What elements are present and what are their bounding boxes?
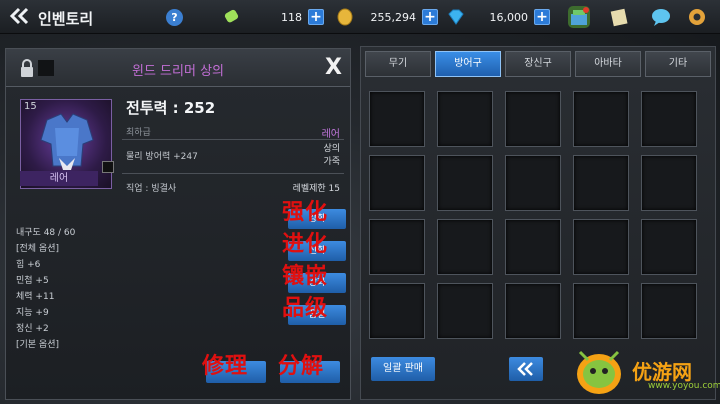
- annotation-evolve: 进化: [282, 232, 329, 257]
- annotation-disassemble: 分解: [278, 354, 325, 379]
- inventory-slot[interactable]: [641, 155, 697, 211]
- gear-icon: [689, 9, 705, 25]
- gem-icon: [448, 9, 464, 25]
- item-level: 15: [24, 101, 37, 112]
- gold-value: 255,294: [370, 10, 417, 24]
- durability: 내구도 48 / 60: [16, 228, 76, 238]
- inventory-slot[interactable]: [641, 283, 697, 339]
- sell-all-button[interactable]: 일괄 판매: [371, 357, 435, 381]
- job-requirement: 직업 : 빙결사: [126, 184, 177, 194]
- base-options-header: [기본 옵션]: [16, 340, 60, 350]
- inventory-slot[interactable]: [437, 283, 493, 339]
- gem-value: 16,000: [489, 10, 529, 24]
- all-options-header: [전체 옵션]: [16, 244, 60, 254]
- gold-resource: [336, 7, 354, 27]
- tab-etc[interactable]: 기타: [645, 51, 711, 77]
- energy-value-group: 118 +: [262, 7, 324, 27]
- top-bar: 인벤토리 ? 118 + 255,294 + 16,000 +: [0, 0, 720, 34]
- inventory-slot[interactable]: [641, 219, 697, 275]
- item-material: 가죽: [323, 157, 340, 167]
- inventory-slot[interactable]: [573, 91, 629, 147]
- inventory-slot[interactable]: [573, 283, 629, 339]
- gold-plus-button[interactable]: +: [422, 9, 438, 25]
- item-rarity: 레어: [321, 129, 340, 140]
- tab-armor[interactable]: 방어구: [435, 51, 501, 77]
- inventory-slot[interactable]: [437, 91, 493, 147]
- annotation-socket: 镶嵌: [282, 264, 329, 289]
- back-button[interactable]: [8, 6, 34, 28]
- gold-value-group: 255,294 +: [356, 7, 438, 27]
- energy-plus-button[interactable]: +: [308, 9, 324, 25]
- inventory-slot[interactable]: [369, 283, 425, 339]
- item-details-list: 내구도 48 / 60 [전체 옵션] 힘 +6 민첩 +5 체력 +11 지능…: [16, 225, 75, 353]
- divider: [122, 139, 344, 140]
- page-title: 인벤토리: [38, 10, 94, 28]
- inventory-slot[interactable]: [505, 219, 561, 275]
- settings-button[interactable]: [686, 6, 708, 28]
- item-header: 윈드 드리머 상의 X: [6, 49, 350, 87]
- inventory-slot[interactable]: [437, 155, 493, 211]
- double-chevron-left-icon: [517, 362, 533, 376]
- annotation-enhance: 强化: [282, 200, 329, 225]
- tab-avatar[interactable]: 아바타: [575, 51, 641, 77]
- item-name: 윈드 드리머 상의: [132, 64, 224, 79]
- gold-coin-icon: [337, 8, 353, 26]
- item-type: 상의 가죽: [323, 143, 340, 169]
- annotation-repair: 修理: [202, 354, 249, 379]
- inventory-slot[interactable]: [573, 219, 629, 275]
- gem-plus-button[interactable]: +: [534, 9, 550, 25]
- inventory-slot[interactable]: [505, 91, 561, 147]
- stat-int: 지능 +9: [16, 308, 49, 318]
- item-rarity-bar: 레어: [20, 171, 98, 186]
- chat-icon[interactable]: [650, 6, 672, 28]
- inventory-slot[interactable]: [505, 155, 561, 211]
- double-chevron-left-icon: [9, 7, 29, 25]
- inventory-panel: 무기 방어구 장신구 아바타 기타 일괄 판매: [360, 46, 716, 400]
- gem-resource: [446, 7, 466, 27]
- energy-value: 118: [281, 10, 302, 24]
- map-scroll-icon: [610, 8, 628, 27]
- tab-accessory[interactable]: 장신구: [505, 51, 571, 77]
- inventory-slot[interactable]: [573, 155, 629, 211]
- scroll-icon[interactable]: [608, 6, 630, 28]
- inventory-slot[interactable]: [437, 219, 493, 275]
- stat-spi: 정신 +2: [16, 324, 49, 334]
- inventory-slot[interactable]: [369, 219, 425, 275]
- energy-icon: [224, 9, 239, 23]
- stat-str: 힘 +6: [16, 260, 41, 270]
- inventory-slot[interactable]: [369, 155, 425, 211]
- divider: [122, 173, 344, 174]
- inventory-slot[interactable]: [505, 283, 561, 339]
- combat-power: 전투력 : 252: [126, 99, 216, 117]
- level-requirement: 레벨제한 15: [292, 184, 340, 194]
- physical-defense: 물리 방어력 +247: [126, 152, 198, 162]
- page-prev-button[interactable]: [509, 357, 543, 381]
- item-grade: 최하급: [126, 128, 151, 138]
- item-select-checkbox[interactable]: [102, 161, 114, 173]
- item-slot-type: 상의: [323, 144, 340, 154]
- gift-box-icon[interactable]: [568, 6, 590, 28]
- inventory-slot[interactable]: [369, 91, 425, 147]
- tab-weapon[interactable]: 무기: [365, 51, 431, 77]
- energy-resource: [222, 7, 242, 27]
- annotation-grade: 品级: [282, 296, 329, 321]
- inventory-slot[interactable]: [641, 91, 697, 147]
- stat-vit: 체력 +11: [16, 292, 55, 302]
- watermark-url: www.yoyou.com: [648, 381, 720, 391]
- gift-icon: [571, 7, 589, 25]
- watermark-logo: [577, 350, 621, 394]
- help-button[interactable]: ?: [166, 9, 183, 26]
- speech-bubble-icon: [652, 9, 670, 26]
- close-button[interactable]: X: [325, 55, 342, 80]
- item-detail-panel: 윈드 드리머 상의 X 15 레어 전투력 : 252 최하급 레어 물리 방어…: [5, 48, 351, 400]
- gem-value-group: 16,000 +: [468, 7, 550, 27]
- stat-agi: 민첩 +5: [16, 276, 49, 286]
